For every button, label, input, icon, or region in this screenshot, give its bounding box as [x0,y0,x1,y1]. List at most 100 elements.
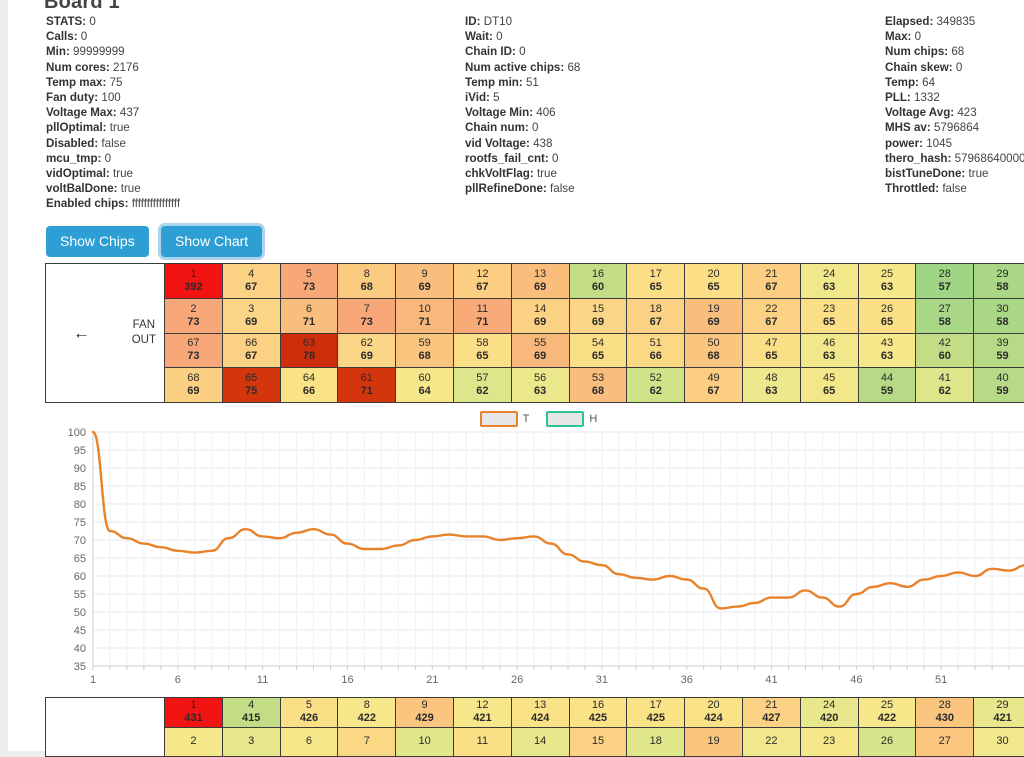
chip-cell[interactable]: 19 [685,727,742,756]
chip-cell[interactable]: 16 60 [569,264,627,299]
chip-cell[interactable]: 65 75 [222,368,280,402]
chip-cell[interactable]: 54 65 [569,333,627,369]
chip-id: 18 [649,302,662,315]
chip-cell[interactable]: 4 67 [222,264,280,299]
chip-cell[interactable]: 63 78 [280,333,338,369]
chip-cell[interactable]: 18 [627,727,685,756]
chip-cell[interactable]: 19 69 [685,298,742,334]
chip-cell[interactable]: 15 [569,727,627,756]
chip-cell[interactable]: 11 [453,727,511,756]
chip-cell[interactable]: 21 427 [742,698,800,728]
chip-cell[interactable]: 47 65 [742,333,800,369]
chip-cell[interactable]: 56 63 [511,368,569,402]
chip-cell[interactable]: 11 71 [453,298,511,334]
chip-cell[interactable]: 1 392 [165,264,222,299]
chip-cell[interactable]: 18 67 [627,298,685,334]
chip-cell[interactable]: 27 [916,727,974,756]
chip-cell[interactable]: 53 68 [569,368,627,402]
show-chart-button[interactable]: Show Chart [161,226,263,257]
chip-cell[interactable]: 23 65 [800,298,858,334]
chip-cell[interactable]: 29 58 [974,264,1024,299]
chip-cell[interactable]: 48 63 [742,368,800,402]
chip-cell[interactable]: 10 [396,727,453,756]
chip-cell[interactable]: 67 73 [165,333,222,369]
chip-cell[interactable]: 8 68 [338,264,396,299]
chip-cell[interactable]: 51 66 [627,333,685,369]
chip-cell[interactable]: 12 67 [453,264,511,299]
chip-cell[interactable]: 29 421 [974,698,1024,728]
chip-cell[interactable]: 21 67 [742,264,800,299]
chip-cell[interactable]: 45 65 [800,368,858,402]
chip-cell[interactable]: 4 415 [222,698,280,728]
chip-cell[interactable]: 39 59 [974,333,1024,369]
chip-cell[interactable]: 26 65 [858,298,916,334]
chip-cell[interactable]: 14 [511,727,569,756]
chip-cell[interactable]: 5 73 [280,264,338,299]
show-chips-button[interactable]: Show Chips [46,226,149,257]
chip-cell[interactable]: 20 65 [685,264,742,299]
chip-cell[interactable]: 6 71 [280,298,338,334]
chip-cell[interactable]: 12 421 [453,698,511,728]
chip-cell[interactable]: 28 57 [916,264,974,299]
chip-cell[interactable]: 16 425 [569,698,627,728]
chip-cell[interactable]: 66 67 [222,333,280,369]
stat-row: Max: 0 [885,29,1024,44]
chip-cell[interactable]: 62 69 [338,333,396,369]
stat-label: Calls: [46,30,78,44]
chip-cell[interactable]: 24 420 [800,698,858,728]
chip-cell[interactable]: 14 69 [511,298,569,334]
chip-cell[interactable]: 2 [165,727,222,756]
chip-cell[interactable]: 55 69 [511,333,569,369]
chip-cell[interactable]: 52 62 [627,368,685,402]
chip-cell[interactable]: 3 69 [222,298,280,334]
chip-id: 21 [765,699,778,712]
chip-cell[interactable]: 30 58 [974,298,1024,334]
legend-item-h[interactable]: H [546,411,597,427]
chip-cell[interactable]: 5 426 [280,698,338,728]
chip-cell[interactable]: 17 425 [627,698,685,728]
chip-cell[interactable]: 2 73 [165,298,222,334]
chip-cell[interactable]: 22 [742,727,800,756]
chip-cell[interactable]: 13 424 [511,698,569,728]
chip-cell[interactable]: 20 424 [685,698,742,728]
chip-cell[interactable]: 50 68 [685,333,742,369]
chip-cell[interactable]: 28 430 [916,698,974,728]
chip-value: 65 [880,315,894,328]
chip-cell[interactable]: 61 71 [338,368,396,402]
chip-cell[interactable]: 9 69 [396,264,453,299]
chip-cell[interactable]: 17 65 [627,264,685,299]
chip-cell[interactable]: 24 63 [800,264,858,299]
chip-cell[interactable]: 44 59 [858,368,916,402]
chip-cell[interactable]: 25 422 [858,698,916,728]
chip-cell[interactable]: 49 67 [685,368,742,402]
chip-cell[interactable]: 8 422 [338,698,396,728]
chip-cell[interactable]: 13 69 [511,264,569,299]
chip-cell[interactable]: 68 69 [165,368,222,402]
legend-item-t[interactable]: T [479,411,529,427]
chip-cell[interactable]: 42 60 [916,333,974,369]
chip-cell[interactable]: 58 65 [453,333,511,369]
chip-cell[interactable]: 59 68 [396,333,453,369]
chip-cell[interactable]: 26 [858,727,916,756]
chip-cell[interactable]: 60 64 [396,368,453,402]
chip-cell[interactable]: 3 [222,727,280,756]
chip-cell[interactable]: 25 63 [858,264,916,299]
chip-cell[interactable]: 41 62 [916,368,974,402]
chip-cell[interactable]: 9 429 [396,698,453,728]
chip-cell[interactable]: 6 [280,727,338,756]
chip-cell[interactable]: 30 [974,727,1024,756]
chip-cell[interactable]: 10 71 [396,298,453,334]
chip-cell[interactable]: 43 63 [858,333,916,369]
chip-cell[interactable]: 64 66 [280,368,338,402]
chip-cell[interactable]: 7 73 [338,298,396,334]
chip-cell[interactable]: 1 431 [165,698,222,728]
chip-cell[interactable]: 23 [800,727,858,756]
chip-cell[interactable]: 22 67 [742,298,800,334]
chip-cell[interactable]: 46 63 [800,333,858,369]
chip-cell[interactable]: 57 62 [453,368,511,402]
chip-id: 65 [245,372,258,385]
chip-cell[interactable]: 27 58 [916,298,974,334]
chip-cell[interactable]: 7 [338,727,396,756]
chip-cell[interactable]: 15 69 [569,298,627,334]
chip-cell[interactable]: 40 59 [974,368,1024,402]
